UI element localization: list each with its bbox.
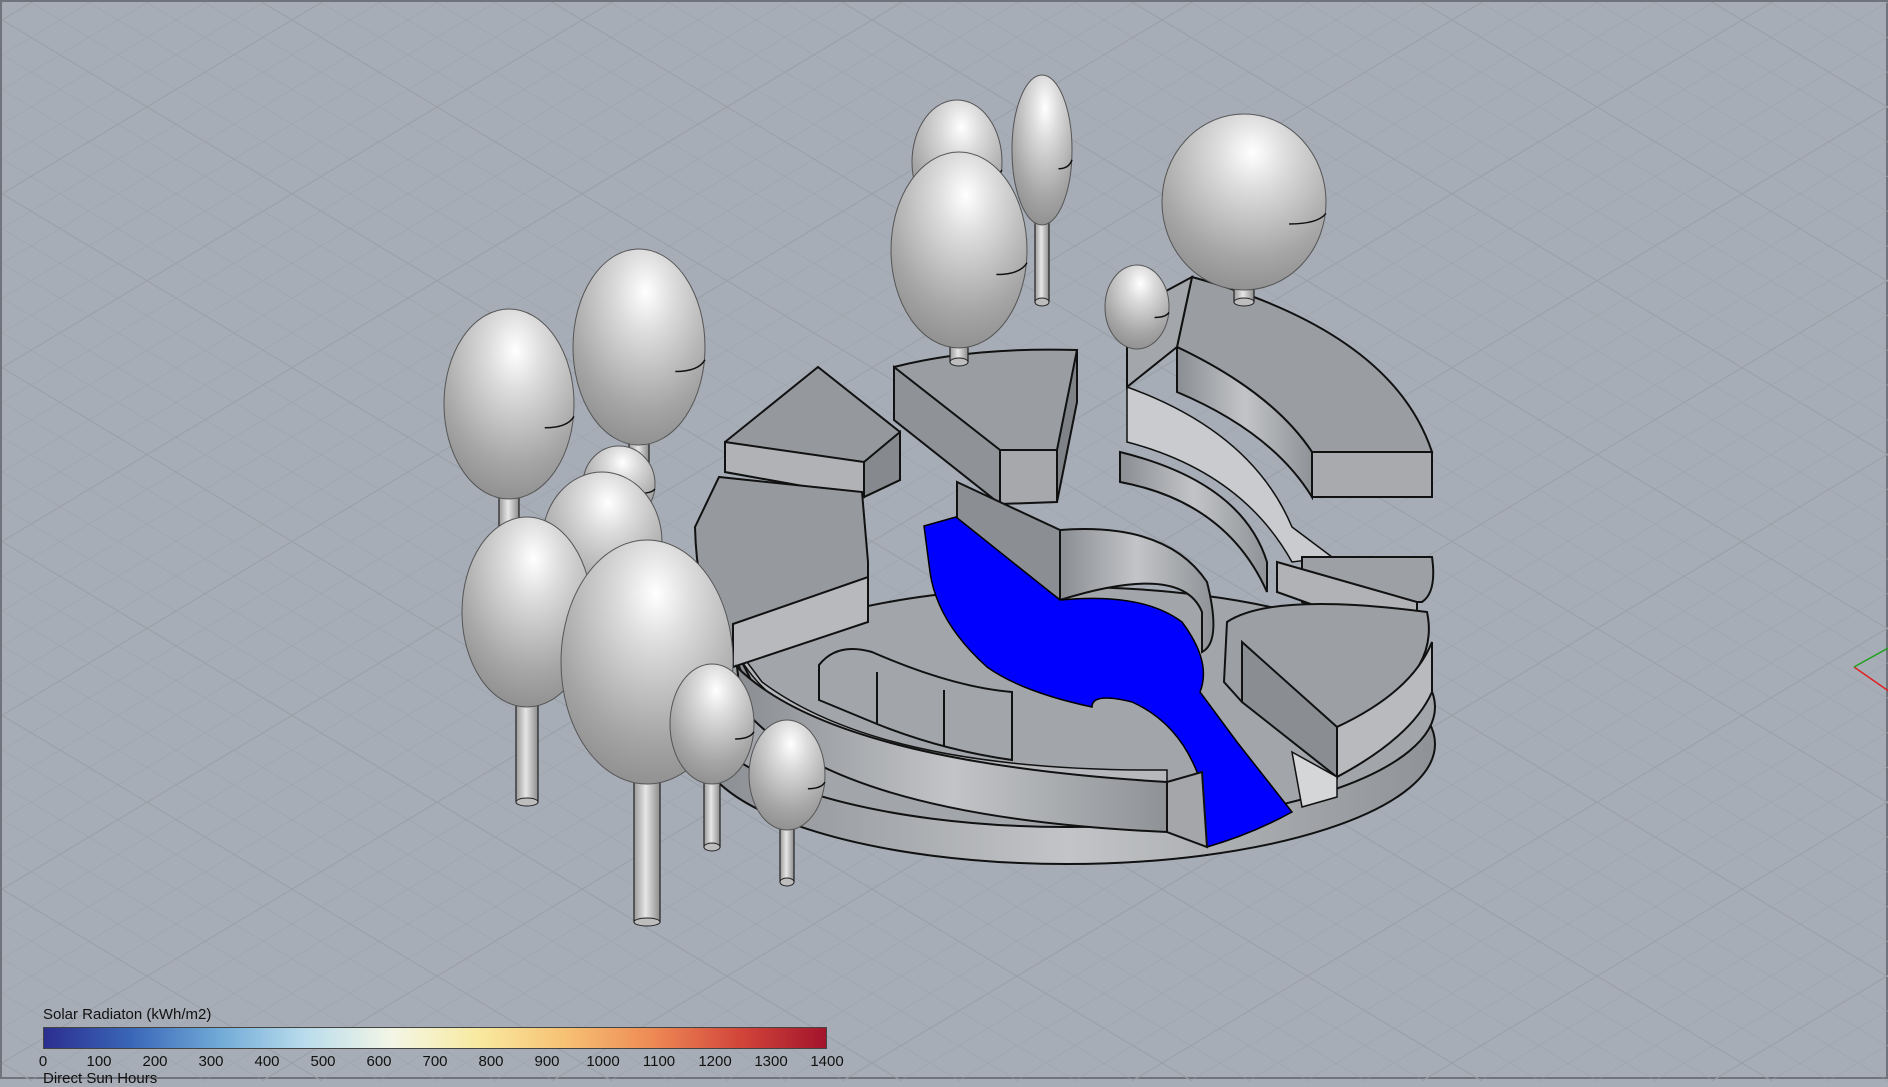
grid-line — [2, 2, 323, 195]
grid-line — [2, 854, 381, 1081]
grid-line — [2, 19, 1773, 1081]
grid-line — [1421, 2, 1888, 282]
grid-line — [2, 2, 439, 264]
grid-line — [1769, 1009, 1888, 1081]
grid-line — [2, 749, 555, 1081]
tree-base — [779, 877, 795, 887]
legend-tick-label: 300 — [198, 1053, 224, 1070]
tree-base — [1233, 297, 1255, 307]
grid-line — [1537, 2, 1888, 213]
grid-line — [2, 958, 207, 1081]
tree-crown — [1104, 264, 1170, 350]
tree-base — [633, 917, 661, 927]
grid-line — [1305, 2, 1888, 352]
grid-line — [2, 819, 439, 1081]
tree — [890, 151, 1028, 367]
grid-line — [2, 2, 33, 21]
legend-tick-label: 500 — [310, 1053, 336, 1070]
tree-crown — [443, 308, 575, 500]
tree-crown — [890, 151, 1028, 349]
grid-line — [2, 2, 381, 229]
legend-tick-label: 0 — [38, 1053, 48, 1070]
tree — [1104, 264, 1170, 350]
tree-base — [703, 842, 721, 852]
grid-line — [2, 1027, 91, 1081]
grid-line — [2, 2, 91, 56]
grid-line — [1653, 2, 1888, 143]
center-wedge-block — [893, 348, 1079, 507]
legend-tick-label: 700 — [422, 1053, 448, 1070]
grid-line — [1305, 731, 1888, 1081]
solar-radiation-legend: Solar Radiaton (kWh/m2) 0 100 200 300 400 500… — [39, 1006, 844, 1087]
tree-crown — [1161, 113, 1327, 291]
tree-base — [949, 357, 969, 367]
grid-line — [1421, 801, 1888, 1081]
grid-line — [1537, 870, 1888, 1081]
legend-color-bar — [43, 1027, 827, 1049]
grid-line — [2, 1062, 33, 1081]
legend-title: Solar Radiaton (kWh/m2) — [43, 1006, 212, 1023]
legend-tick-label: 1100 — [642, 1053, 676, 1070]
grid-line — [2, 888, 323, 1081]
grid-line — [2, 784, 497, 1081]
legend-tick-label: 800 — [478, 1053, 504, 1070]
grid-line — [1769, 2, 1888, 74]
legend-tick-label: 1400 — [810, 1053, 844, 1070]
tree — [748, 719, 826, 887]
legend-tick-labels: 0 100 200 300 400 500 600 700 800 900 1000 1100 1200… — [39, 1053, 844, 1071]
tree — [572, 248, 706, 477]
legend-tick-label: 1200 — [698, 1053, 732, 1070]
legend-tick-label: 600 — [366, 1053, 392, 1070]
grid-line — [2, 610, 787, 1081]
legend-tick-label: 400 — [254, 1053, 280, 1070]
tree-crown — [572, 248, 706, 446]
grid-line — [2, 2, 555, 334]
grid-line — [2, 2, 787, 473]
model-scene — [2, 2, 1888, 1081]
legend-tick-label: 900 — [534, 1053, 560, 1070]
tree-crown — [1011, 74, 1073, 226]
grid-line — [2, 923, 265, 1081]
grid-line — [2, 2, 207, 125]
grid-line — [2, 2, 265, 160]
tree-base — [1034, 297, 1050, 307]
grid-line — [2, 2, 497, 299]
grid-line — [2, 2, 1773, 1064]
3d-viewport[interactable]: Solar Radiaton (kWh/m2) 0 100 200 300 400 500… — [0, 0, 1888, 1087]
tree-crown — [748, 719, 826, 831]
legend-tick-label: 1000 — [586, 1053, 620, 1070]
tree — [669, 663, 755, 852]
legend-tick-label: 1300 — [754, 1053, 788, 1070]
legend-tick-label: 200 — [142, 1053, 168, 1070]
tree-crown — [669, 663, 755, 785]
tree-base — [515, 797, 539, 807]
legend-tick-label: 100 — [86, 1053, 112, 1070]
grid-line — [1653, 940, 1888, 1081]
